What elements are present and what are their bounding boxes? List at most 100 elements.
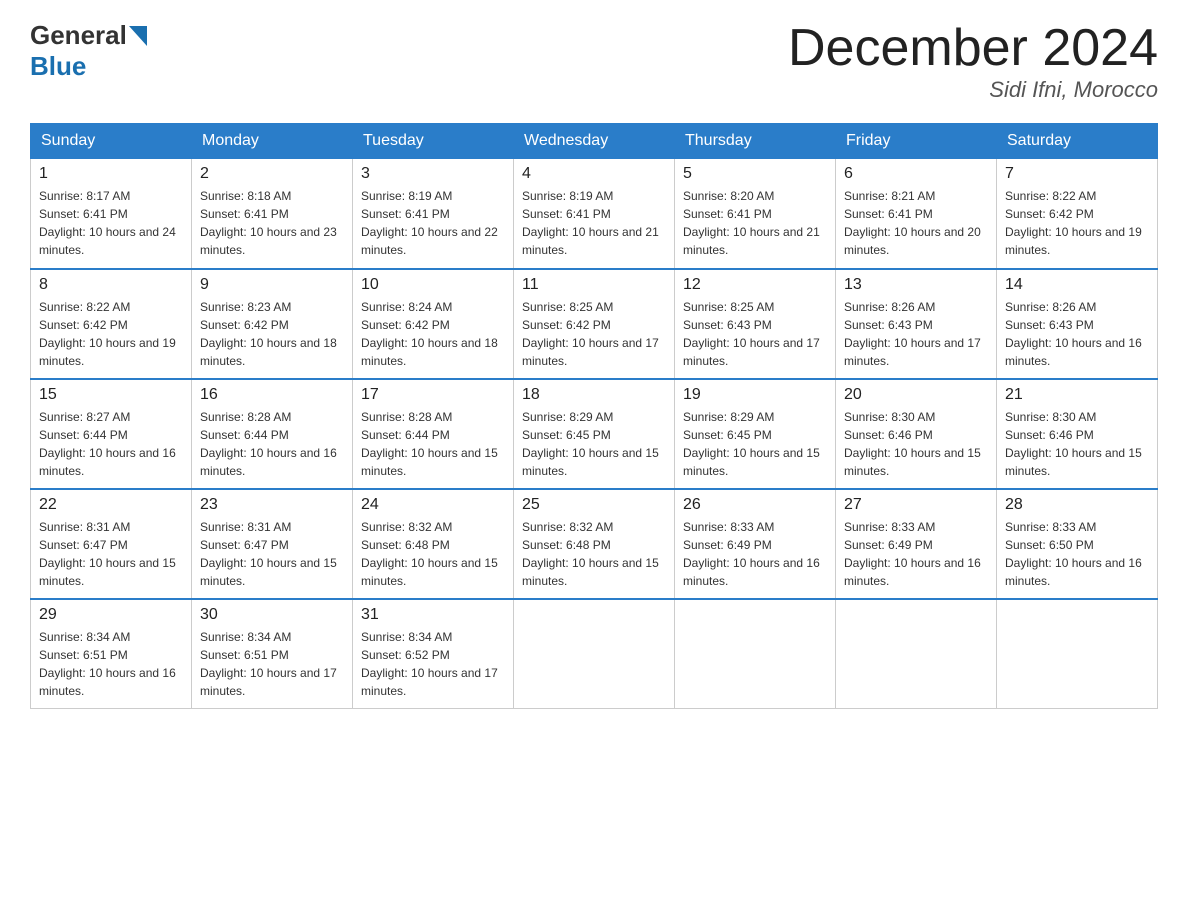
- calendar-cell: 15Sunrise: 8:27 AMSunset: 6:44 PMDayligh…: [31, 379, 192, 489]
- day-info: Sunrise: 8:17 AMSunset: 6:41 PMDaylight:…: [39, 187, 183, 259]
- day-number: 27: [844, 496, 988, 514]
- day-info: Sunrise: 8:34 AMSunset: 6:52 PMDaylight:…: [361, 628, 505, 700]
- day-info: Sunrise: 8:24 AMSunset: 6:42 PMDaylight:…: [361, 298, 505, 370]
- calendar-cell: 18 Sunrise: 8:29 AMSunset: 6:45 PMDayligh…: [514, 379, 675, 489]
- title-block: December 2024 Sidi Ifni, Morocco: [788, 20, 1158, 103]
- day-number: 26: [683, 496, 827, 514]
- day-number: 15: [39, 386, 183, 404]
- day-number: 31: [361, 606, 505, 624]
- day-info: Sunrise: 8:26 AMSunset: 6:43 PMDaylight:…: [844, 298, 988, 370]
- day-info: Sunrise: 8:29 AMSunset: 6:45 PMDaylight:…: [683, 408, 827, 480]
- day-info: Sunrise: 8:34 AMSunset: 6:51 PMDaylight:…: [39, 628, 183, 700]
- calendar-cell: 20 Sunrise: 8:30 AMSunset: 6:46 PMDayligh…: [836, 379, 997, 489]
- day-number: 9: [200, 276, 344, 294]
- weekday-header-monday: Monday: [192, 124, 353, 159]
- calendar-cell: 22 Sunrise: 8:31 AMSunset: 6:47 PMDayligh…: [31, 489, 192, 599]
- day-number: 23: [200, 496, 344, 514]
- calendar-week-row: 22 Sunrise: 8:31 AMSunset: 6:47 PMDayligh…: [31, 489, 1158, 599]
- day-number: 1: [39, 165, 183, 183]
- day-info: Sunrise: 8:28 AMSunset: 6:44 PMDaylight:…: [361, 408, 505, 480]
- day-number: 13: [844, 276, 988, 294]
- calendar-cell: 12 Sunrise: 8:25 AMSunset: 6:43 PMDayligh…: [675, 269, 836, 379]
- day-number: 11: [522, 276, 666, 294]
- day-number: 2: [200, 165, 344, 183]
- day-number: 12: [683, 276, 827, 294]
- day-info: Sunrise: 8:32 AMSunset: 6:48 PMDaylight:…: [361, 518, 505, 590]
- calendar-cell: 30 Sunrise: 8:34 AMSunset: 6:51 PMDayligh…: [192, 599, 353, 709]
- day-info: Sunrise: 8:22 AMSunset: 6:42 PMDaylight:…: [1005, 187, 1149, 259]
- calendar-table: SundayMondayTuesdayWednesdayThursdayFrid…: [30, 123, 1158, 709]
- weekday-header-wednesday: Wednesday: [514, 124, 675, 159]
- day-number: 19: [683, 386, 827, 404]
- calendar-cell: 3Sunrise: 8:19 AMSunset: 6:41 PMDaylight…: [353, 159, 514, 269]
- day-info: Sunrise: 8:26 AMSunset: 6:43 PMDaylight:…: [1005, 298, 1149, 370]
- logo: General Blue: [30, 20, 147, 82]
- calendar-cell: 31 Sunrise: 8:34 AMSunset: 6:52 PMDayligh…: [353, 599, 514, 709]
- day-info: Sunrise: 8:33 AMSunset: 6:49 PMDaylight:…: [683, 518, 827, 590]
- weekday-header-tuesday: Tuesday: [353, 124, 514, 159]
- day-number: 18: [522, 386, 666, 404]
- day-info: Sunrise: 8:31 AMSunset: 6:47 PMDaylight:…: [200, 518, 344, 590]
- day-info: Sunrise: 8:34 AMSunset: 6:51 PMDaylight:…: [200, 628, 344, 700]
- calendar-cell: 16Sunrise: 8:28 AMSunset: 6:44 PMDayligh…: [192, 379, 353, 489]
- weekday-header-friday: Friday: [836, 124, 997, 159]
- weekday-header-saturday: Saturday: [997, 124, 1158, 159]
- calendar-cell: 25Sunrise: 8:32 AMSunset: 6:48 PMDayligh…: [514, 489, 675, 599]
- day-number: 30: [200, 606, 344, 624]
- day-number: 14: [1005, 276, 1149, 294]
- calendar-cell: 21Sunrise: 8:30 AMSunset: 6:46 PMDayligh…: [997, 379, 1158, 489]
- page-header: General Blue December 2024 Sidi Ifni, Mo…: [30, 20, 1158, 103]
- day-number: 29: [39, 606, 183, 624]
- calendar-cell: 29 Sunrise: 8:34 AMSunset: 6:51 PMDayligh…: [31, 599, 192, 709]
- calendar-cell: 7Sunrise: 8:22 AMSunset: 6:42 PMDaylight…: [997, 159, 1158, 269]
- calendar-cell: 4 Sunrise: 8:19 AMSunset: 6:41 PMDaylight…: [514, 159, 675, 269]
- day-info: Sunrise: 8:23 AMSunset: 6:42 PMDaylight:…: [200, 298, 344, 370]
- calendar-cell: 10 Sunrise: 8:24 AMSunset: 6:42 PMDayligh…: [353, 269, 514, 379]
- calendar-week-row: 8Sunrise: 8:22 AMSunset: 6:42 PMDaylight…: [31, 269, 1158, 379]
- day-info: Sunrise: 8:33 AMSunset: 6:49 PMDaylight:…: [844, 518, 988, 590]
- calendar-cell: 19 Sunrise: 8:29 AMSunset: 6:45 PMDayligh…: [675, 379, 836, 489]
- day-number: 4: [522, 165, 666, 183]
- calendar-cell: 8Sunrise: 8:22 AMSunset: 6:42 PMDaylight…: [31, 269, 192, 379]
- calendar-cell: 2 Sunrise: 8:18 AMSunset: 6:41 PMDaylight…: [192, 159, 353, 269]
- weekday-header-thursday: Thursday: [675, 124, 836, 159]
- day-info: Sunrise: 8:28 AMSunset: 6:44 PMDaylight:…: [200, 408, 344, 480]
- day-number: 20: [844, 386, 988, 404]
- calendar-cell: [997, 599, 1158, 709]
- day-info: Sunrise: 8:25 AMSunset: 6:43 PMDaylight:…: [683, 298, 827, 370]
- day-number: 6: [844, 165, 988, 183]
- calendar-week-row: 1 Sunrise: 8:17 AMSunset: 6:41 PMDaylight…: [31, 159, 1158, 269]
- day-info: Sunrise: 8:31 AMSunset: 6:47 PMDaylight:…: [39, 518, 183, 590]
- calendar-cell: [675, 599, 836, 709]
- calendar-cell: 28Sunrise: 8:33 AMSunset: 6:50 PMDayligh…: [997, 489, 1158, 599]
- calendar-cell: 13 Sunrise: 8:26 AMSunset: 6:43 PMDayligh…: [836, 269, 997, 379]
- calendar-cell: 1 Sunrise: 8:17 AMSunset: 6:41 PMDaylight…: [31, 159, 192, 269]
- day-number: 10: [361, 276, 505, 294]
- day-number: 21: [1005, 386, 1149, 404]
- day-number: 17: [361, 386, 505, 404]
- location-text: Sidi Ifni, Morocco: [788, 77, 1158, 103]
- day-number: 22: [39, 496, 183, 514]
- calendar-cell: 9 Sunrise: 8:23 AMSunset: 6:42 PMDaylight…: [192, 269, 353, 379]
- calendar-cell: [836, 599, 997, 709]
- day-info: Sunrise: 8:32 AMSunset: 6:48 PMDaylight:…: [522, 518, 666, 590]
- weekday-header-row: SundayMondayTuesdayWednesdayThursdayFrid…: [31, 124, 1158, 159]
- calendar-cell: 24Sunrise: 8:32 AMSunset: 6:48 PMDayligh…: [353, 489, 514, 599]
- calendar-week-row: 29 Sunrise: 8:34 AMSunset: 6:51 PMDayligh…: [31, 599, 1158, 709]
- day-info: Sunrise: 8:18 AMSunset: 6:41 PMDaylight:…: [200, 187, 344, 259]
- calendar-week-row: 15Sunrise: 8:27 AMSunset: 6:44 PMDayligh…: [31, 379, 1158, 489]
- day-info: Sunrise: 8:29 AMSunset: 6:45 PMDaylight:…: [522, 408, 666, 480]
- day-number: 8: [39, 276, 183, 294]
- day-info: Sunrise: 8:19 AMSunset: 6:41 PMDaylight:…: [361, 187, 505, 259]
- day-number: 5: [683, 165, 827, 183]
- calendar-cell: 11 Sunrise: 8:25 AMSunset: 6:42 PMDayligh…: [514, 269, 675, 379]
- calendar-cell: 23 Sunrise: 8:31 AMSunset: 6:47 PMDayligh…: [192, 489, 353, 599]
- day-info: Sunrise: 8:19 AMSunset: 6:41 PMDaylight:…: [522, 187, 666, 259]
- day-info: Sunrise: 8:25 AMSunset: 6:42 PMDaylight:…: [522, 298, 666, 370]
- calendar-cell: 6 Sunrise: 8:21 AMSunset: 6:41 PMDaylight…: [836, 159, 997, 269]
- logo-triangle-icon: [129, 26, 147, 46]
- calendar-cell: [514, 599, 675, 709]
- day-info: Sunrise: 8:21 AMSunset: 6:41 PMDaylight:…: [844, 187, 988, 259]
- day-info: Sunrise: 8:20 AMSunset: 6:41 PMDaylight:…: [683, 187, 827, 259]
- day-info: Sunrise: 8:30 AMSunset: 6:46 PMDaylight:…: [844, 408, 988, 480]
